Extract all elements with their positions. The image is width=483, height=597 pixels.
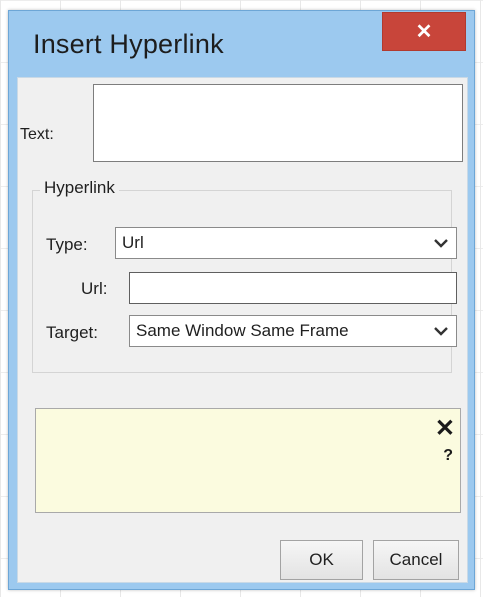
type-select[interactable]: Url — [115, 227, 457, 259]
type-selected-value: Url — [122, 233, 144, 252]
chevron-down-icon — [426, 238, 456, 248]
chevron-down-icon — [426, 326, 456, 336]
close-icon: ✕ — [415, 20, 433, 43]
dialog-title-bar[interactable]: Insert Hyperlink ✕ — [9, 11, 474, 77]
target-label: Target: — [46, 323, 98, 342]
help-panel: ✕ ? — [35, 408, 461, 513]
url-label: Url: — [81, 279, 108, 298]
insert-hyperlink-dialog: Insert Hyperlink ✕ Text: Hyperlink Type:… — [8, 10, 475, 590]
dialog-content: Text: Hyperlink Type: Url Url: Target: S… — [17, 77, 468, 583]
text-label: Text: — [20, 126, 54, 143]
cancel-button[interactable]: Cancel — [373, 540, 459, 580]
dialog-title: Insert Hyperlink — [33, 29, 224, 59]
question-icon[interactable]: ? — [443, 447, 453, 465]
hyperlink-group-legend: Hyperlink — [40, 178, 119, 198]
target-select[interactable]: Same Window Same Frame — [129, 315, 457, 347]
url-input[interactable] — [129, 272, 457, 304]
ok-button[interactable]: OK — [280, 540, 363, 580]
close-button[interactable]: ✕ — [382, 12, 466, 51]
target-selected-value: Same Window Same Frame — [136, 321, 349, 340]
type-label: Type: — [46, 235, 88, 254]
text-input[interactable] — [93, 84, 463, 162]
close-icon[interactable]: ✕ — [435, 417, 455, 441]
